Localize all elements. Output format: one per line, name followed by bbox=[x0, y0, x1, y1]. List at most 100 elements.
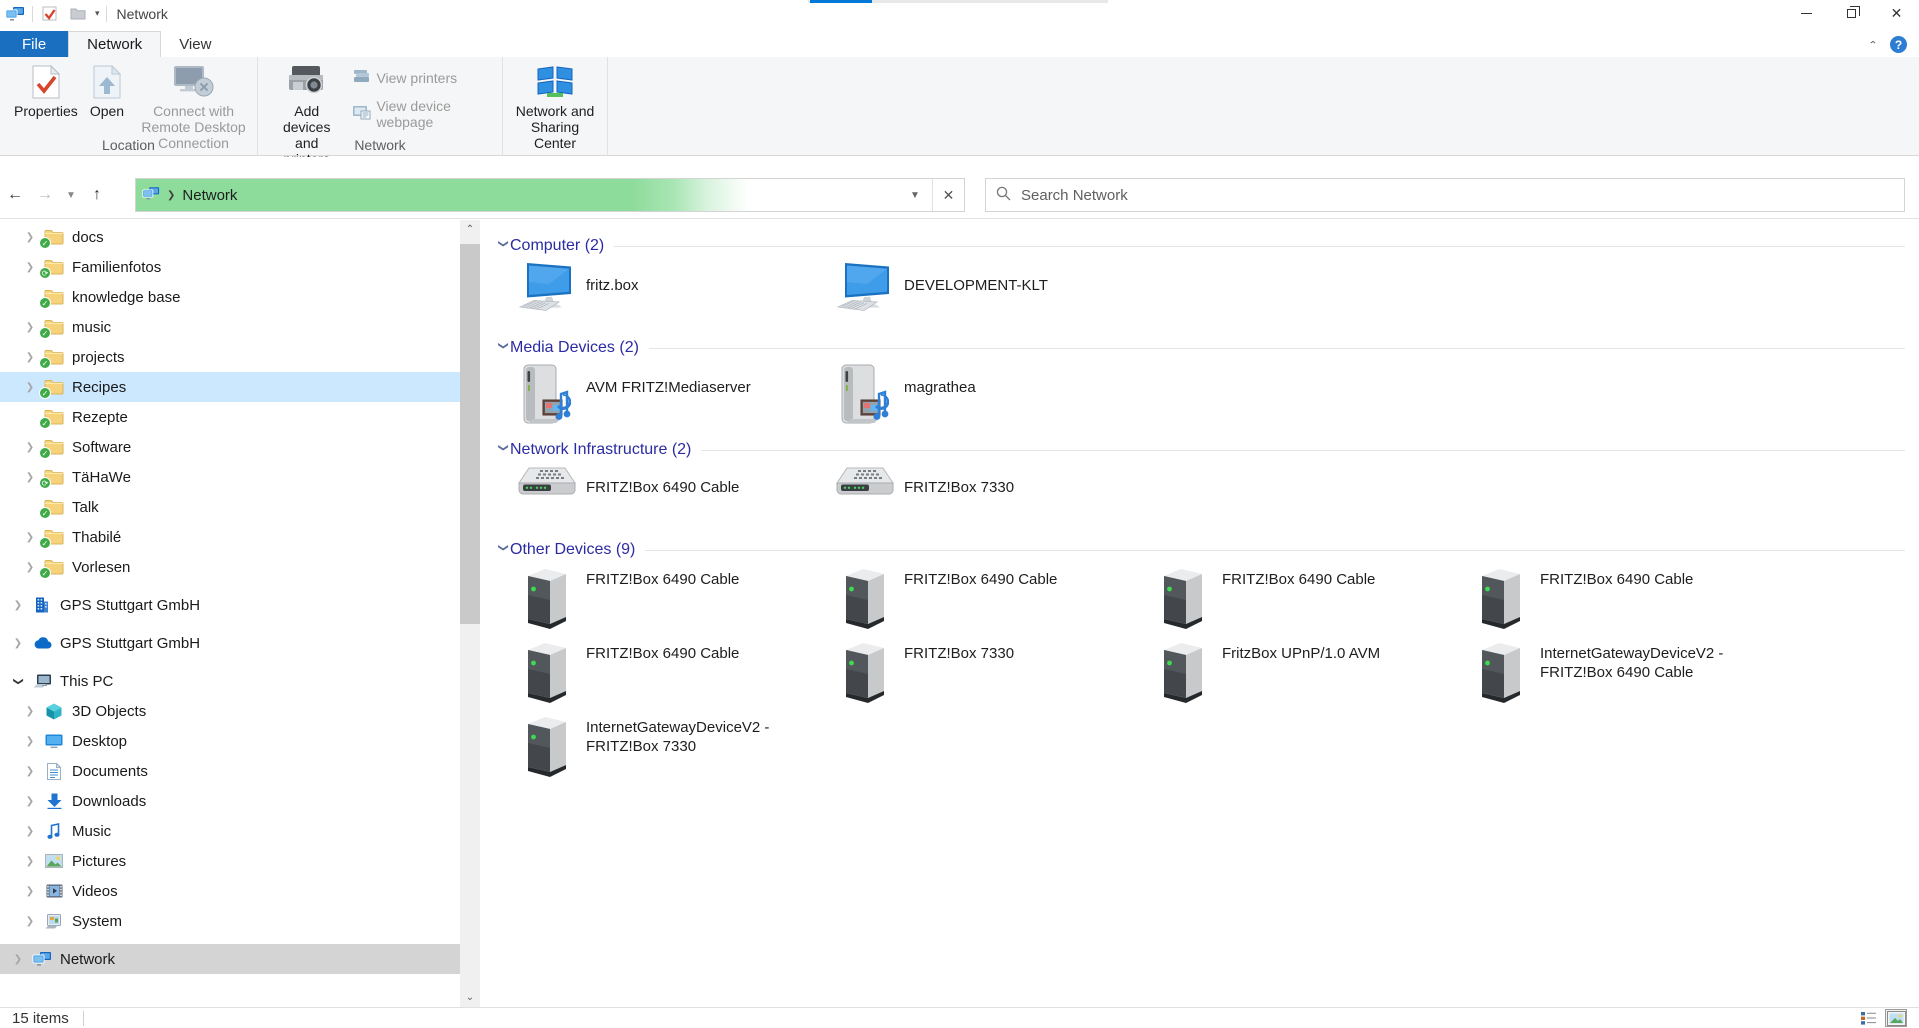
device-item-development-klt[interactable]: DEVELOPMENT-KLT bbox=[836, 262, 1154, 312]
sidebar-item-gps-stuttgart-gmbh[interactable]: ❯ GPS Stuttgart GmbH bbox=[0, 628, 460, 658]
minimize-button[interactable] bbox=[1784, 0, 1829, 27]
chevron-right-icon[interactable]: ❯ bbox=[24, 472, 36, 483]
sidebar-item-knowledge-base[interactable]: ❯✓knowledge base bbox=[0, 282, 460, 312]
search-box[interactable] bbox=[985, 178, 1905, 212]
chevron-right-icon[interactable]: ❯ bbox=[12, 954, 24, 965]
search-input[interactable] bbox=[1021, 187, 1894, 204]
chevron-down-icon[interactable]: ❯ bbox=[498, 443, 509, 457]
open-button[interactable]: Open bbox=[84, 61, 130, 121]
group-header-other-devices-9[interactable]: ❯Other Devices (9) bbox=[496, 540, 1905, 560]
chevron-right-icon[interactable]: ❯ bbox=[24, 382, 36, 393]
help-icon[interactable]: ? bbox=[1890, 36, 1907, 53]
chevron-right-icon[interactable]: ❯ bbox=[24, 706, 36, 717]
chevron-down-icon[interactable]: ❯ bbox=[498, 543, 509, 557]
tab-file[interactable]: File bbox=[0, 31, 68, 57]
stop-refresh-icon[interactable]: ✕ bbox=[932, 179, 964, 211]
chevron-right-icon[interactable]: ❯ bbox=[24, 916, 36, 927]
chevron-right-icon[interactable]: ❯ bbox=[24, 442, 36, 453]
sidebar-item-documents[interactable]: ❯Documents bbox=[0, 756, 460, 786]
sidebar-item-thabil[interactable]: ❯✓Thabilé bbox=[0, 522, 460, 552]
sidebar-item-music[interactable]: ❯Music bbox=[0, 816, 460, 846]
sidebar-item-familienfotos[interactable]: ❯⟳Familienfotos bbox=[0, 252, 460, 282]
sidebar-item-system[interactable]: ❯System bbox=[0, 906, 460, 936]
sidebar-item-3d-objects[interactable]: ❯3D Objects bbox=[0, 696, 460, 726]
chevron-right-icon[interactable]: ❯ bbox=[24, 766, 36, 777]
recent-locations-icon[interactable]: ▼ bbox=[60, 190, 82, 201]
tab-view[interactable]: View bbox=[161, 31, 229, 57]
breadcrumb[interactable]: ❯ Network bbox=[136, 179, 243, 211]
sidebar-item-label: GPS Stuttgart GmbH bbox=[60, 635, 200, 652]
tab-network[interactable]: Network bbox=[68, 31, 161, 57]
group-header-media-devices-2[interactable]: ❯Media Devices (2) bbox=[496, 338, 1905, 358]
device-item-fritz-box-6490-cable[interactable]: FRITZ!Box 6490 Cable bbox=[1472, 566, 1790, 630]
device-item-fritz-box-6490-cable[interactable]: FRITZ!Box 6490 Cable bbox=[518, 640, 836, 704]
chevron-right-icon[interactable]: ❯ bbox=[24, 886, 36, 897]
sidebar-item-gps-stuttgart-gmbh[interactable]: ❯GPS Stuttgart GmbH bbox=[0, 590, 460, 620]
tree-scrollbar[interactable]: ⌃ ⌄ bbox=[460, 220, 480, 1007]
group-header-network-infrastructure-2[interactable]: ❯Network Infrastructure (2) bbox=[496, 440, 1905, 460]
chevron-right-icon[interactable]: ❯ bbox=[24, 796, 36, 807]
sidebar-item-downloads[interactable]: ❯Downloads bbox=[0, 786, 460, 816]
chevron-right-icon[interactable]: ❯ bbox=[24, 562, 36, 573]
sidebar-item-rezepte[interactable]: ❯✓Rezepte bbox=[0, 402, 460, 432]
scroll-up-icon[interactable]: ⌃ bbox=[460, 220, 480, 239]
address-dropdown-icon[interactable]: ▼ bbox=[898, 179, 932, 211]
restore-button[interactable] bbox=[1829, 0, 1874, 27]
sidebar-item-projects[interactable]: ❯✓projects bbox=[0, 342, 460, 372]
sidebar-item-pictures[interactable]: ❯Pictures bbox=[0, 846, 460, 876]
device-item-fritz-box-7330[interactable]: FRITZ!Box 7330 bbox=[836, 640, 1154, 704]
back-button[interactable]: ← bbox=[0, 186, 30, 204]
thumbnail-view-button[interactable] bbox=[1885, 1009, 1907, 1027]
device-item-internetgatewaydevicev2-fritz-box-7330[interactable]: InternetGatewayDeviceV2 - FRITZ!Box 7330 bbox=[518, 714, 836, 778]
sidebar-item-music[interactable]: ❯✓music bbox=[0, 312, 460, 342]
device-item-magrathea[interactable]: magrathea bbox=[836, 364, 1154, 426]
sidebar-item-this-pc[interactable]: ❯This PC bbox=[0, 666, 460, 696]
breadcrumb-item-network[interactable]: Network bbox=[182, 187, 237, 204]
details-view-button[interactable] bbox=[1857, 1009, 1879, 1027]
sidebar-item-videos[interactable]: ❯Videos bbox=[0, 876, 460, 906]
chevron-right-icon[interactable]: ❯ bbox=[24, 232, 36, 243]
minimize-ribbon-icon[interactable]: ⌃ bbox=[1868, 39, 1878, 50]
group-header-computer-2[interactable]: ❯Computer (2) bbox=[496, 236, 1905, 256]
chevron-right-icon[interactable]: ❯ bbox=[24, 856, 36, 867]
chevron-right-icon[interactable]: ❯ bbox=[12, 638, 24, 649]
scrollbar-thumb[interactable] bbox=[460, 244, 480, 624]
close-button[interactable]: ✕ bbox=[1874, 0, 1919, 27]
scroll-down-icon[interactable]: ⌄ bbox=[460, 988, 480, 1007]
chevron-right-icon[interactable]: ❯ bbox=[24, 322, 36, 333]
chevron-right-icon[interactable]: ❯ bbox=[24, 826, 36, 837]
chevron-right-icon[interactable]: ❯ bbox=[24, 262, 36, 273]
address-bar[interactable]: ❯ Network ▼ ✕ bbox=[135, 178, 965, 212]
chevron-right-icon[interactable]: ❯ bbox=[24, 532, 36, 543]
chevron-down-icon[interactable]: ❯ bbox=[498, 239, 509, 253]
sidebar-item-recipes[interactable]: ❯✓Recipes bbox=[0, 372, 460, 402]
check-badge-icon: ✓ bbox=[39, 297, 51, 309]
device-item-fritz-box-7330[interactable]: FRITZ!Box 7330 bbox=[836, 466, 1154, 514]
device-item-fritzbox-upnp-1-0-avm[interactable]: FritzBox UPnP/1.0 AVM bbox=[1154, 640, 1472, 704]
chevron-right-icon[interactable]: ❯ bbox=[24, 736, 36, 747]
qat-customize-icon[interactable]: ▾ bbox=[95, 9, 100, 18]
device-item-fritz-box[interactable]: fritz.box bbox=[518, 262, 836, 312]
qat-properties-icon[interactable] bbox=[39, 3, 61, 25]
sidebar-item-docs[interactable]: ❯✓docs bbox=[0, 222, 460, 252]
network-sharing-center-button[interactable]: Network and Sharing Center bbox=[505, 61, 605, 153]
chevron-right-icon[interactable]: ❯ bbox=[24, 352, 36, 363]
chevron-right-icon[interactable]: ❯ bbox=[12, 600, 24, 611]
sidebar-item-talk[interactable]: ❯✓Talk bbox=[0, 492, 460, 522]
up-button[interactable]: ↑ bbox=[82, 186, 112, 204]
device-item-fritz-box-6490-cable[interactable]: FRITZ!Box 6490 Cable bbox=[1154, 566, 1472, 630]
chevron-down-icon[interactable]: ❯ bbox=[13, 675, 24, 687]
qat-folder-icon[interactable] bbox=[67, 3, 89, 25]
sidebar-item-software[interactable]: ❯✓Software bbox=[0, 432, 460, 462]
sidebar-item-vorlesen[interactable]: ❯✓Vorlesen bbox=[0, 552, 460, 582]
device-item-fritz-box-6490-cable[interactable]: FRITZ!Box 6490 Cable bbox=[518, 466, 836, 514]
device-item-fritz-box-6490-cable[interactable]: FRITZ!Box 6490 Cable bbox=[518, 566, 836, 630]
device-item-fritz-box-6490-cable[interactable]: FRITZ!Box 6490 Cable bbox=[836, 566, 1154, 630]
sidebar-item-network[interactable]: ❯Network bbox=[0, 944, 460, 974]
device-item-avm-fritz-mediaserver[interactable]: AVM FRITZ!Mediaserver bbox=[518, 364, 836, 426]
properties-button[interactable]: Properties bbox=[8, 61, 84, 121]
device-item-internetgatewaydevicev2-fritz-box-6490-cable[interactable]: InternetGatewayDeviceV2 - FRITZ!Box 6490… bbox=[1472, 640, 1790, 704]
sidebar-item-desktop[interactable]: ❯Desktop bbox=[0, 726, 460, 756]
chevron-down-icon[interactable]: ❯ bbox=[498, 341, 509, 355]
sidebar-item-t-hawe[interactable]: ❯⟳TäHaWe bbox=[0, 462, 460, 492]
